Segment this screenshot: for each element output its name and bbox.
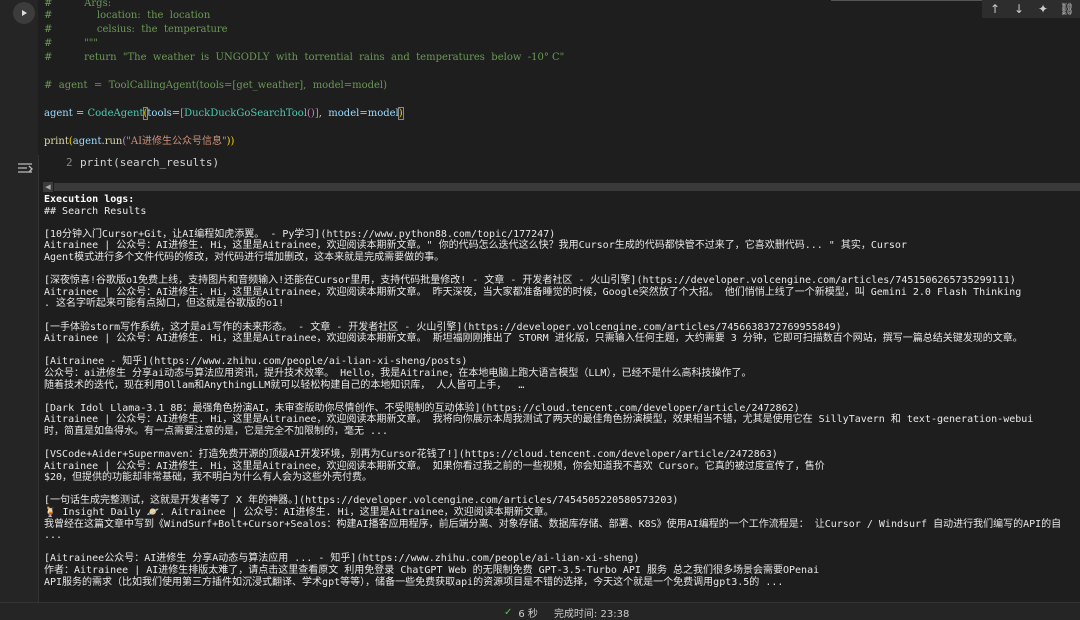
token: run [104, 136, 123, 147]
code-line: print(search_results) [80, 156, 220, 169]
previous-cell-fragment: 2 print(search_results) [48, 150, 1080, 176]
token: tools [147, 108, 172, 119]
token: ) [397, 107, 404, 120]
output-line: API服务的需求（比如我们使用第三方插件如沉浸式翻译、学术gpt等等），储备一些… [44, 576, 784, 588]
line-number: 2 [66, 156, 73, 169]
output-line: 随着技术的迭代，现在利用Ollam和AnythingLLM就可以轻松构建自己的本… [44, 379, 525, 391]
output-line: 🍹 Insight Daily 🪐. Aitrainee | 公众号：AI进修生… [44, 507, 554, 519]
output-line: 作者：Aitrainee | AI进修生排版太难了，请点击这里查看原文 利用免登… [44, 565, 820, 576]
status-bar: ✓ 6 秒 完成时间: 23:38 [0, 602, 1080, 620]
output-blank-line [44, 310, 1080, 322]
play-icon [19, 8, 29, 18]
code-line: # """ [44, 38, 98, 49]
output-line: Aitrainee | 公众号：AI进修生. Hi，这里是Aitrainee，欢… [44, 460, 825, 472]
output-heading: Execution logs: [44, 194, 135, 205]
code-line: # celsius: the temperature [44, 24, 228, 35]
output-blank-line [44, 217, 1080, 229]
cell-gutter [0, 0, 39, 620]
output-blank-line [44, 264, 1080, 276]
token: () [307, 108, 315, 119]
output-line: [一句话生成完整测试，这就是开发者等了 X 年的神器。](https://dev… [44, 495, 679, 507]
token: agent [44, 108, 73, 119]
horizontal-scrollbar[interactable] [54, 183, 1080, 191]
output-line: [Aitrainee公众号：AI进修生 分享A动态与算法应用 ... - 知乎]… [44, 553, 640, 565]
success-check-icon: ✓ [504, 607, 513, 618]
output-line: . 这名字听起来可能有点拗口，但这就是谷歌版的o1! [44, 298, 285, 310]
scroll-left-arrow-icon[interactable]: ◀ [43, 182, 53, 192]
run-cell-button[interactable] [13, 2, 35, 24]
token: model [367, 108, 399, 119]
output-line: [一手体验storm写作系统，这才是ai写作的未来形态。 - 文章 - 开发者社… [44, 321, 842, 333]
output-blank-line [44, 391, 1080, 403]
token: agent [72, 136, 102, 147]
token: DuckDuckGoSearchTool [184, 108, 308, 119]
output-line: [VSCode+Aider+Supermaven：打造免费开源的顶级AI开发环境… [44, 449, 778, 461]
completed-time: 完成时间: 23:38 [553, 609, 630, 620]
output-line: [Aitrainee - 知乎](https://www.zhihu.com/p… [44, 356, 468, 368]
token: model [328, 108, 360, 119]
output-line: ... [44, 530, 63, 542]
move-up-icon[interactable]: ↑ [986, 0, 1004, 18]
output-line: 时，简直是如鱼得水。有一点需要注意的是，它是完全不加限制的，毫无 ... [44, 425, 389, 437]
output-line: 公众号：ai进修生 分享ai动态与算法应用资讯，提升技术效率。 Hello，我是… [44, 367, 752, 379]
output-line: [深夜惊喜!谷歌版o1免费上线，支持图片和音频输入!还能在Cursor里用，支持… [44, 275, 1016, 287]
code-line-print: print(agent.run("AI进修生公众号信息")) [44, 135, 234, 149]
output-line: Aitrainee | 公众号：AI进修生. Hi，这里是Aitrainee，欢… [44, 240, 907, 252]
token: "AI进修生公众号信息" [126, 136, 227, 147]
token: , [318, 108, 329, 119]
output-blank-line [44, 437, 1080, 449]
cell-output: Execution logs: ## Search Results [10分钟入… [44, 194, 1080, 602]
output-line: 我曾经在这篇文章中写到《WindSurf+Bolt+Cursor+Sealos：… [44, 518, 1062, 530]
output-heading: ## Search Results [44, 205, 147, 217]
code-line: # return "The weather is UNGODLY with to… [44, 52, 565, 63]
output-line: Aitrainee | 公众号：AI进修生. Hi，这里是Aitrainee，欢… [44, 286, 1022, 298]
token: = [72, 108, 88, 119]
output-blank-line [44, 542, 1080, 554]
code-line: # agent = ToolCallingAgent(tools=[get_we… [44, 80, 388, 91]
output-toggle-icon[interactable] [16, 160, 34, 178]
output-blank-line [44, 484, 1080, 496]
output-line: $20，但提供的功能却非常基础，我不明白为什么有人会为这些外壳付费。 [44, 472, 373, 484]
output-line: [10分钟入门Cursor+Git，让AI编程如虎添翼。 - Py学习](htt… [44, 228, 556, 240]
code-line: # location: the location [44, 10, 211, 21]
code-editor[interactable]: ↑ ↓ ✦ ⛓ # Args: # location: the location… [38, 0, 1080, 155]
token: = [171, 108, 181, 119]
move-down-icon[interactable]: ↓ [1010, 0, 1028, 18]
token: print [44, 136, 69, 147]
token: )) [226, 136, 235, 147]
token: CodeAgent [87, 108, 144, 119]
sparkle-icon[interactable]: ✦ [1034, 0, 1052, 18]
link-icon[interactable]: ⛓ [1058, 0, 1076, 18]
output-line: [Dark Idol Llama-3.1 8B：最强角色扮演AI，未审查版助你尽… [44, 402, 800, 414]
token: = [359, 108, 368, 119]
run-duration: 6 秒 [518, 609, 538, 620]
cell-toolbar: ↑ ↓ ✦ ⛓ [982, 0, 1080, 18]
output-line: Agent模式进行多个文件代码的修改，对代码进行增加删改，这本来就是完成需要做的… [44, 251, 445, 263]
output-blank-line [44, 345, 1080, 357]
output-line: Aitrainee | 公众号：AI进修生. Hi，这里是Aitrainee，欢… [44, 333, 1023, 345]
find-input-edge [831, 0, 1005, 1]
output-line: Aitrainee | 公众号：AI进修生. Hi，这里是Aitrainee，欢… [44, 414, 1034, 426]
code-line-agent: agent = CodeAgent(tools=[DuckDuckGoSearc… [44, 107, 404, 121]
